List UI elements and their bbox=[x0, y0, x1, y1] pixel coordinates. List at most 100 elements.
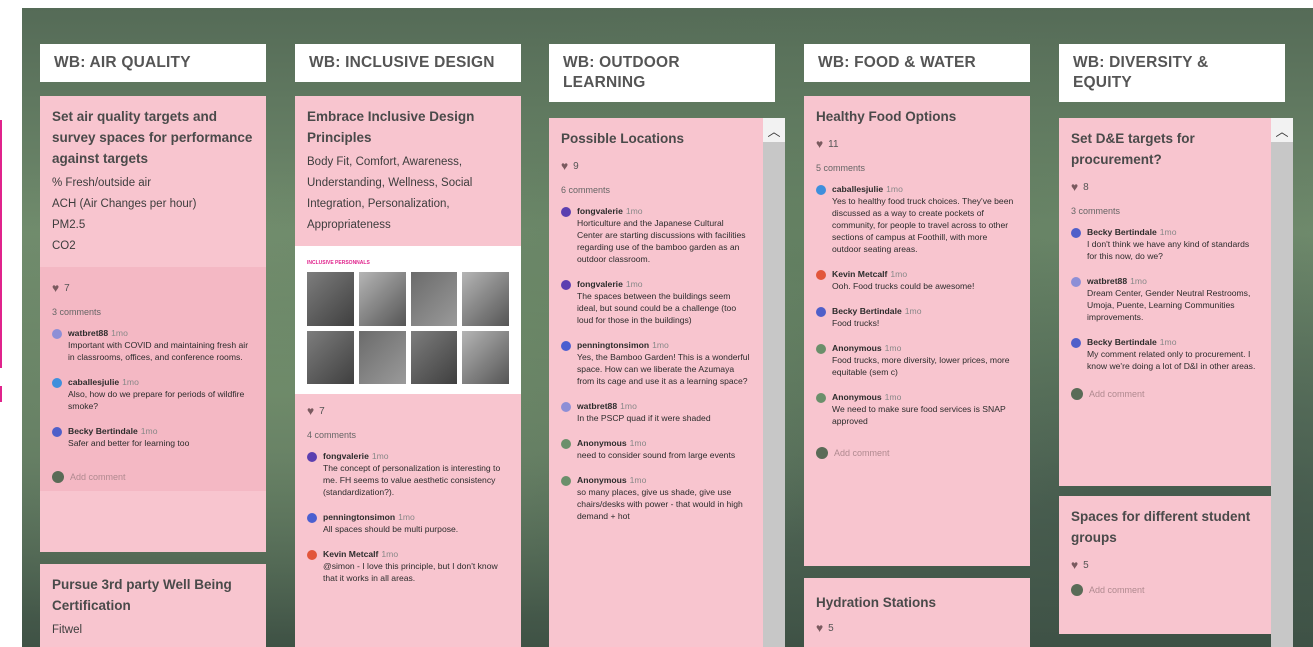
post-card[interactable]: Set D&E targets for procurement? ♥ 8 3 co… bbox=[1059, 118, 1271, 486]
chevron-up-icon[interactable]: ︿ bbox=[763, 118, 785, 142]
image-tile bbox=[358, 330, 406, 384]
comment-author[interactable]: Becky Bertindale bbox=[832, 306, 902, 316]
comment-author[interactable]: caballesjulie bbox=[832, 184, 883, 194]
avatar bbox=[1071, 338, 1081, 348]
avatar bbox=[307, 513, 317, 523]
add-comment-field[interactable]: Add comment bbox=[1071, 584, 1259, 596]
like-count[interactable]: ♥ 7 bbox=[307, 404, 509, 418]
post-card[interactable]: Hydration Stations ♥ 5 bbox=[804, 578, 1030, 647]
post-card[interactable]: Healthy Food Options ♥ 11 5 comments caba… bbox=[804, 96, 1030, 566]
comment-text: The concept of personalization is intere… bbox=[323, 463, 501, 497]
comment-text: Ooh. Food trucks could be awesome! bbox=[832, 281, 975, 291]
like-count[interactable]: ♥ 7 bbox=[52, 281, 254, 295]
comment-author[interactable]: Anonymous bbox=[832, 392, 882, 402]
comment: Kevin Metcalf 1mo @simon - I love this pri… bbox=[307, 548, 509, 584]
heart-icon[interactable]: ♥ bbox=[816, 137, 823, 151]
chevron-up-icon[interactable]: ︿ bbox=[1271, 118, 1293, 142]
post-line: CO2 bbox=[52, 240, 76, 252]
comment: fongvalerie 1mo The concept of personaliza… bbox=[307, 450, 509, 498]
avatar bbox=[561, 439, 571, 449]
post-card[interactable]: Embrace Inclusive Design Principles Body… bbox=[295, 96, 521, 647]
avatar bbox=[816, 185, 826, 195]
avatar bbox=[52, 329, 62, 339]
comments-count[interactable]: 5 comments bbox=[816, 163, 1018, 173]
comment-author[interactable]: penningtonsimon bbox=[323, 512, 395, 522]
column-air-quality: WB: AIR QUALITY Set air quality targets … bbox=[40, 8, 266, 647]
comment-text: We need to make sure food services is SN… bbox=[832, 404, 1006, 426]
image-grid bbox=[307, 272, 509, 384]
like-count[interactable]: ♥ 5 bbox=[1071, 558, 1259, 572]
add-comment-field[interactable]: Add comment bbox=[816, 447, 1018, 459]
comments-count[interactable]: 3 comments bbox=[52, 307, 254, 317]
comment-text: I don't think we have any kind of standa… bbox=[1087, 239, 1250, 261]
comment-time: 1mo bbox=[381, 549, 399, 559]
post-card[interactable]: Possible Locations ♥ 9 6 comments fongval… bbox=[549, 118, 763, 647]
comment-author[interactable]: watbret88 bbox=[68, 328, 108, 338]
post-title: Set D&E targets for procurement? bbox=[1071, 131, 1195, 167]
add-comment-field[interactable]: Add comment bbox=[1071, 388, 1259, 400]
heart-icon[interactable]: ♥ bbox=[561, 159, 568, 173]
post-card[interactable]: Set air quality targets and survey space… bbox=[40, 96, 266, 552]
comment-author[interactable]: penningtonsimon bbox=[577, 340, 649, 350]
avatar bbox=[561, 207, 571, 217]
like-count[interactable]: ♥ 11 bbox=[816, 137, 1018, 151]
column-food-water: WB: FOOD & WATER Healthy Food Options ♥ 1… bbox=[804, 8, 1030, 647]
comment-text: Important with COVID and maintaining fre… bbox=[68, 340, 249, 362]
avatar bbox=[816, 393, 826, 403]
comment-time: 1mo bbox=[629, 438, 647, 448]
comment-author[interactable]: Anonymous bbox=[577, 438, 627, 448]
post-footer: ♥ 7 3 comments watbret88 1mo Important with… bbox=[40, 267, 266, 491]
column-header: WB: INCLUSIVE DESIGN bbox=[295, 44, 521, 82]
post-card[interactable]: Spaces for different student groups ♥ 5 A… bbox=[1059, 496, 1271, 634]
like-count[interactable]: ♥ 8 bbox=[1071, 180, 1259, 194]
comment-time: 1mo bbox=[629, 475, 647, 485]
comment: Kevin Metcalf 1mo Ooh. Food trucks could b… bbox=[816, 268, 1018, 292]
comments-count[interactable]: 6 comments bbox=[561, 185, 751, 195]
comment-author[interactable]: Becky Bertindale bbox=[68, 426, 138, 436]
add-comment-field[interactable]: Add comment bbox=[52, 471, 254, 483]
comment-time: 1mo bbox=[652, 340, 669, 350]
post-description: Body Fit, Comfort, Awareness, Understand… bbox=[307, 156, 473, 231]
heart-icon[interactable]: ♥ bbox=[1071, 558, 1078, 572]
comment-time: 1mo bbox=[1130, 276, 1147, 286]
heart-icon[interactable]: ♥ bbox=[1071, 180, 1078, 194]
comment-author[interactable]: Anonymous bbox=[832, 343, 882, 353]
column-header: WB: AIR QUALITY bbox=[40, 44, 266, 82]
comment: Becky Bertindale 1mo My comment related on… bbox=[1071, 336, 1259, 372]
column-header: WB: FOOD & WATER bbox=[804, 44, 1030, 82]
column-scrollbar[interactable]: ︿ bbox=[763, 118, 785, 647]
comment-author[interactable]: Anonymous bbox=[577, 475, 627, 485]
comment-time: 1mo bbox=[140, 426, 158, 436]
comment-author[interactable]: Becky Bertindale bbox=[1087, 337, 1157, 347]
column-scrollbar[interactable]: ︿ bbox=[1271, 118, 1293, 647]
comment-author[interactable]: Kevin Metcalf bbox=[323, 549, 378, 559]
post-line: Fitwel bbox=[52, 624, 83, 636]
comment-author[interactable]: fongvalerie bbox=[323, 451, 369, 461]
comment-author[interactable]: watbret88 bbox=[577, 401, 617, 411]
comment-author[interactable]: Kevin Metcalf bbox=[832, 269, 887, 279]
comment-author[interactable]: fongvalerie bbox=[577, 206, 623, 216]
comment-author[interactable]: fongvalerie bbox=[577, 279, 623, 289]
heart-icon[interactable]: ♥ bbox=[52, 281, 59, 295]
comment: Becky Bertindale 1mo Food trucks! bbox=[816, 305, 1018, 329]
comments-count[interactable]: 3 comments bbox=[1071, 206, 1259, 216]
comment-text: Food trucks, more diversity, lower price… bbox=[832, 355, 1010, 377]
attachment-image[interactable]: INCLUSIVE PERSONNALS bbox=[295, 246, 521, 394]
image-tile bbox=[410, 272, 458, 326]
column-diversity-equity: WB: DIVERSITY & EQUITY Set D&E targets f… bbox=[1059, 8, 1313, 647]
comment-author[interactable]: watbret88 bbox=[1087, 276, 1127, 286]
comment-text: Yes to healthy food truck choices. They'… bbox=[832, 196, 1014, 254]
like-count[interactable]: ♥ 9 bbox=[561, 159, 751, 173]
avatar bbox=[1071, 228, 1081, 238]
heart-icon[interactable]: ♥ bbox=[816, 621, 823, 635]
heart-icon[interactable]: ♥ bbox=[307, 404, 314, 418]
avatar bbox=[561, 280, 571, 290]
comment-author[interactable]: Becky Bertindale bbox=[1087, 227, 1157, 237]
like-count[interactable]: ♥ 5 bbox=[816, 621, 1018, 635]
comment: fongvalerie 1mo Horticulture and the Japan… bbox=[561, 205, 751, 265]
column-inclusive-design: WB: INCLUSIVE DESIGN Embrace Inclusive D… bbox=[295, 8, 521, 647]
comment-author[interactable]: caballesjulie bbox=[68, 377, 119, 387]
comment-text: The spaces between the buildings seem id… bbox=[577, 291, 737, 325]
comments-count[interactable]: 4 comments bbox=[307, 430, 509, 440]
post-card[interactable]: Pursue 3rd party Well Being Certificatio… bbox=[40, 564, 266, 647]
